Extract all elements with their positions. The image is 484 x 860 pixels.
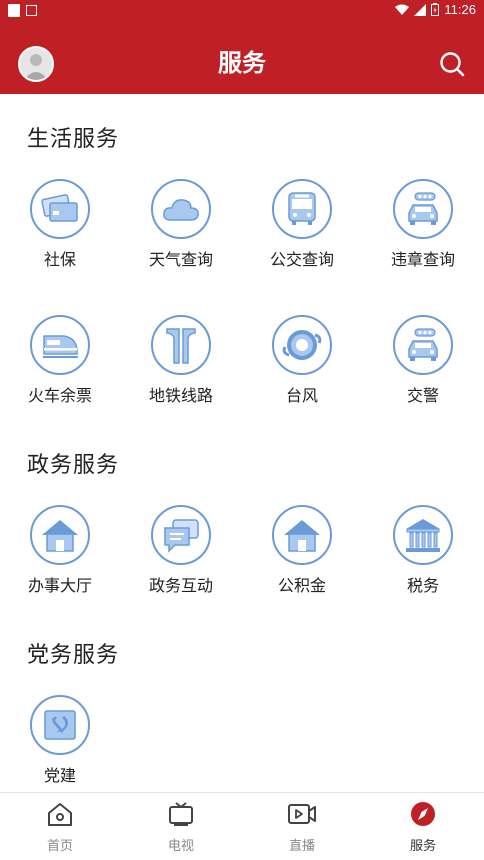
service-item-provident-fund[interactable]: 公积金: [252, 505, 352, 596]
service-label: 办事大厅: [27, 576, 92, 595]
service-item-weather[interactable]: 天气查询: [131, 179, 231, 270]
notification-a-icon: [26, 5, 37, 16]
house-icon: [284, 520, 320, 552]
typhoon-icon: [282, 330, 322, 360]
tab-live[interactable]: 直播: [252, 801, 352, 854]
bottom-tab-bar: 首页 电视 直播 服务: [0, 792, 484, 860]
chat-icon: [164, 519, 199, 553]
police-car-icon: [408, 328, 438, 361]
cloud-icon: [163, 199, 199, 221]
service-label: 天气查询: [148, 250, 213, 269]
page-title: 服务: [218, 49, 266, 77]
tab-label: 直播: [288, 839, 315, 854]
tab-label: 电视: [167, 839, 194, 854]
service-item-typhoon[interactable]: 台风: [252, 315, 352, 406]
service-label: 台风: [285, 386, 318, 405]
tv-icon: [169, 802, 193, 826]
tab-service[interactable]: 服务: [373, 801, 473, 854]
live-icon: [288, 804, 316, 824]
house-icon: [42, 520, 78, 552]
status-bar: 11:26: [0, 0, 484, 22]
service-item-violation[interactable]: 违章查询: [373, 179, 473, 270]
tab-label: 首页: [46, 839, 73, 854]
service-label: 火车余票: [27, 386, 92, 405]
compass-icon: [411, 802, 435, 826]
service-label: 交警: [406, 386, 439, 405]
service-label: 地铁线路: [148, 386, 213, 405]
home-icon: [48, 803, 72, 826]
status-time: 11:26: [444, 2, 476, 17]
service-label: 政务互动: [148, 576, 213, 595]
service-item-train-tickets[interactable]: 火车余票: [10, 315, 110, 406]
service-item-social-security[interactable]: 社保: [10, 179, 110, 270]
bank-icon: [406, 519, 440, 552]
service-label: 违章查询: [390, 250, 455, 269]
service-item-bus[interactable]: 公交查询: [252, 179, 352, 270]
party-flag-icon: [44, 710, 76, 740]
tab-tv[interactable]: 电视: [131, 801, 231, 854]
service-item-gov-interaction[interactable]: 政务互动: [131, 505, 231, 596]
service-item-tax[interactable]: 税务: [373, 505, 473, 596]
service-label: 税务: [406, 576, 439, 595]
section-title-party: 党务服务: [27, 643, 120, 668]
service-item-service-hall[interactable]: 办事大厅: [10, 505, 110, 596]
tab-home[interactable]: 首页: [10, 801, 110, 854]
service-label: 公积金: [277, 576, 326, 595]
search-icon[interactable]: [438, 50, 466, 78]
wifi-icon: [395, 4, 410, 15]
section-title-government: 政务服务: [27, 453, 120, 478]
car-icon: [408, 192, 438, 225]
service-item-party-building[interactable]: 党建: [10, 695, 110, 786]
service-label: 社保: [43, 250, 76, 269]
service-label: 党建: [43, 766, 76, 785]
battery-icon: [431, 3, 440, 16]
tab-label: 服务: [409, 839, 436, 854]
app-header: 服务: [0, 22, 484, 94]
signal-icon: [414, 3, 427, 16]
service-item-traffic-police[interactable]: 交警: [373, 315, 473, 406]
service-item-subway[interactable]: 地铁线路: [131, 315, 231, 406]
card-icon: [41, 194, 78, 222]
section-title-life: 生活服务: [27, 127, 120, 152]
notification-icon: [8, 4, 20, 17]
subway-icon: [166, 328, 196, 364]
bus-icon: [288, 192, 316, 225]
train-icon: [43, 335, 78, 358]
service-label: 公交查询: [269, 250, 334, 269]
